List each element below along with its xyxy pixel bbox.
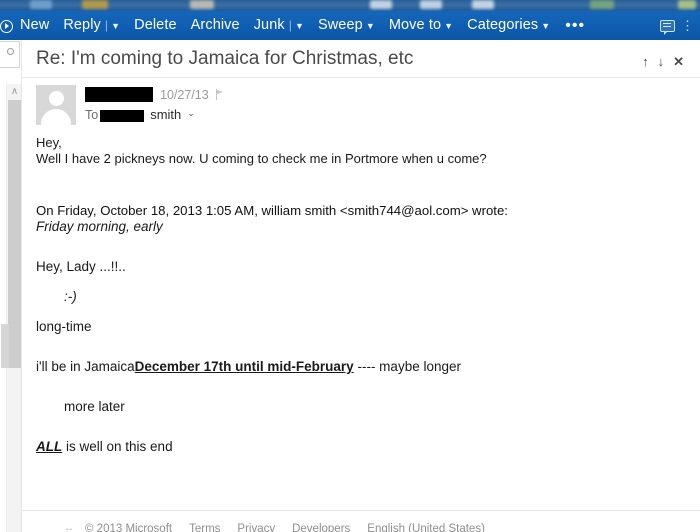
footer-link-privacy[interactable]: Privacy [237, 523, 275, 532]
toolbar-delete-label: Delete [134, 17, 177, 33]
toolbar-move-to-button[interactable]: Move to ▼ [382, 11, 460, 40]
new-circle-icon [0, 20, 13, 33]
next-message-icon[interactable]: ↓ [658, 49, 665, 75]
flag-icon[interactable] [215, 89, 225, 100]
chevron-down-icon[interactable]: ⌄ [187, 108, 195, 119]
recipient-name-redacted [100, 109, 145, 122]
resize-arrows-icon: ↔ [64, 523, 74, 532]
quote-line-3-prefix: i'll be in Jamaica [36, 359, 135, 374]
quote-line-2: long-time [36, 319, 92, 334]
outlook-mail-reading-pane: New Reply | ▼ Delete Archive Junk | ▼ Sw… [0, 0, 700, 532]
close-message-icon[interactable]: ✕ [673, 49, 684, 75]
chevron-down-icon[interactable]: ▼ [366, 12, 375, 41]
command-toolbar: New Reply | ▼ Delete Archive Junk | ▼ Sw… [0, 11, 700, 40]
list-pane-edge-control[interactable] [0, 41, 20, 68]
scrollbar-adjacent-shadow [1, 324, 9, 368]
separator-pipe: | [288, 18, 292, 32]
recipients-line: To smith ⌄ [85, 107, 225, 122]
previous-message-icon[interactable]: ↑ [642, 49, 649, 75]
page-footer: ↔ © 2013 Microsoft Terms Privacy Develop… [22, 510, 700, 532]
body-greeting: Hey, [36, 135, 62, 150]
footer-link-language[interactable]: English (United States) [367, 523, 485, 532]
quote-line-3-suffix: ---- maybe longer [357, 359, 461, 374]
reading-pane-scrollbar[interactable]: ∧ [1, 84, 22, 532]
quote-line-5: ALL is well on this end [36, 439, 686, 455]
sender-meta: 10/27/13 To smith ⌄ [76, 85, 225, 125]
quote-line-5-emphasis: ALL [36, 439, 63, 454]
chevron-down-icon[interactable]: ▼ [541, 12, 550, 41]
reading-pane: Re: I'm coming to Jamaica for Christmas,… [22, 40, 700, 532]
toolbar-reply-button[interactable]: Reply | ▼ [56, 11, 127, 40]
recipient-name: smith [150, 107, 182, 122]
sender-row: 10/27/13 To smith ⌄ [22, 78, 700, 125]
toolbar-sweep-button[interactable]: Sweep ▼ [311, 11, 382, 40]
toolbar-overflow-button[interactable]: ••• [557, 17, 593, 35]
toolbar-move-to-label: Move to [388, 17, 442, 33]
toolbar-archive-label: Archive [190, 17, 240, 33]
toolbar-categories-label: Categories [467, 17, 539, 33]
body-line-1: Well I have 2 pickneys now. U coming to … [36, 151, 487, 166]
subject-row: Re: I'm coming to Jamaica for Christmas,… [22, 40, 700, 78]
toolbar-reply-label: Reply [63, 17, 101, 33]
quote-header: On Friday, October 18, 2013 1:05 AM, wil… [36, 203, 508, 218]
chevron-down-icon[interactable]: ▼ [295, 12, 304, 41]
toolbar-junk-button[interactable]: Junk | ▼ [247, 11, 311, 40]
sender-line: 10/27/13 [85, 86, 225, 103]
scroll-up-button[interactable]: ∧ [7, 84, 22, 99]
toolbar-junk-label: Junk [253, 17, 285, 33]
message-actions: ↑ ↓ ✕ [642, 46, 686, 75]
quote-line-4: more later [64, 399, 125, 414]
more-dots-icon[interactable]: ⋮ [681, 18, 694, 34]
footer-copyright: © 2013 Microsoft [85, 522, 173, 532]
browser-chrome-strip [0, 0, 700, 11]
quote-line-5-rest: is well on this end [66, 439, 173, 454]
message-body: Hey, Well I have 2 pickneys now. U comin… [22, 125, 700, 455]
footer-link-developers[interactable]: Developers [292, 523, 350, 532]
message-date: 10/27/13 [160, 87, 209, 102]
message-subject: Re: I'm coming to Jamaica for Christmas,… [36, 48, 414, 69]
toolbar-new-label: New [20, 17, 50, 33]
scrollbar-thumb[interactable] [8, 100, 21, 368]
quote-line-3: i'll be in JamaicaDecember 17th until mi… [36, 359, 686, 375]
chevron-down-icon[interactable]: ▼ [444, 12, 453, 41]
footer-link-terms[interactable]: Terms [189, 523, 220, 532]
toolbar-sweep-label: Sweep [317, 17, 363, 33]
chevron-down-icon[interactable]: ▼ [111, 12, 120, 41]
separator-pipe: | [104, 18, 109, 32]
sender-name-redacted [85, 87, 153, 102]
quote-salutation: Friday morning, early [36, 219, 163, 234]
toolbar-right-group: ⋮ [660, 11, 696, 40]
left-rail: ∧ [0, 40, 22, 532]
toolbar-categories-button[interactable]: Categories ▼ [460, 11, 557, 40]
quote-line-3-emphasis: December 17th until mid-February [134, 359, 354, 374]
circle-glyph-icon [7, 48, 14, 55]
to-label: To [85, 107, 99, 122]
toolbar-archive-button[interactable]: Archive [184, 11, 247, 40]
quote-smiley: :-) [64, 289, 77, 304]
avatar[interactable] [36, 85, 76, 125]
quote-line-1: Hey, Lady ...!!.. [36, 259, 126, 274]
chat-bubble-icon[interactable] [660, 19, 675, 35]
toolbar-delete-button[interactable]: Delete [127, 11, 184, 40]
toolbar-new-button[interactable]: New [0, 11, 56, 40]
